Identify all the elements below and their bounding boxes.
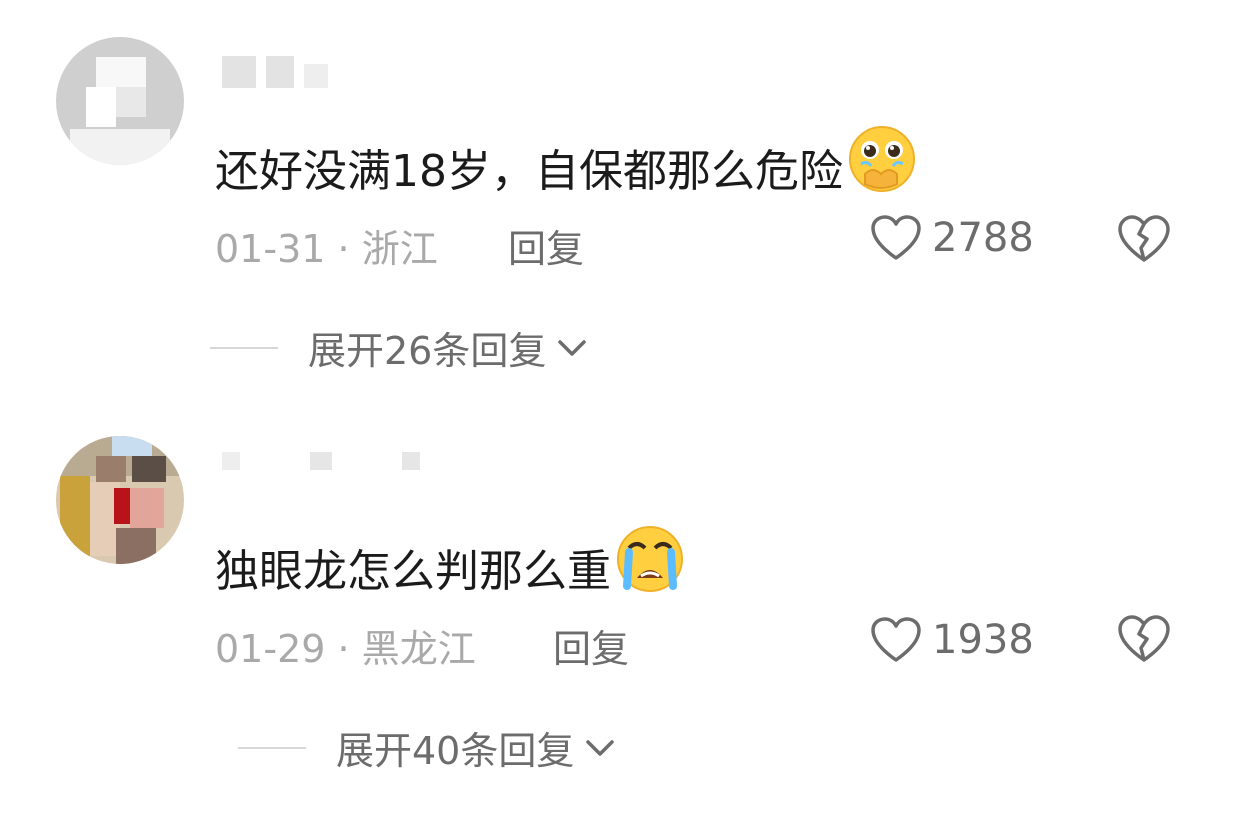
avatar[interactable] <box>56 436 184 564</box>
comment-meta: 01-29 · 黑龙江 <box>215 618 476 673</box>
like-button[interactable]: 1938 <box>870 616 1034 664</box>
expand-replies-button[interactable]: 展开40条回复 <box>238 720 616 775</box>
chevron-down-icon <box>586 739 615 756</box>
comment-text-content: 独眼龙怎么判那么重 <box>215 546 611 597</box>
broken-heart-icon[interactable] <box>1117 614 1171 664</box>
divider-line <box>238 746 306 749</box>
heart-outline-icon <box>871 617 921 662</box>
like-count: 1938 <box>932 617 1034 663</box>
reply-button[interactable]: 回复 <box>553 618 629 673</box>
comment-item: 独眼龙怎么判那么重 01-29 · 黑龙江 回复 1938 展开40条回复 <box>0 0 1240 833</box>
crying-face-icon <box>617 526 683 592</box>
comment-location: 黑龙江 <box>361 627 476 671</box>
expand-replies-label: 展开40条回复 <box>336 729 575 773</box>
comment-date: 01-29 <box>215 627 326 671</box>
comment-text: 独眼龙怎么判那么重 <box>215 524 685 599</box>
username-blurred[interactable] <box>222 452 420 470</box>
meta-separator: · <box>337 627 350 671</box>
